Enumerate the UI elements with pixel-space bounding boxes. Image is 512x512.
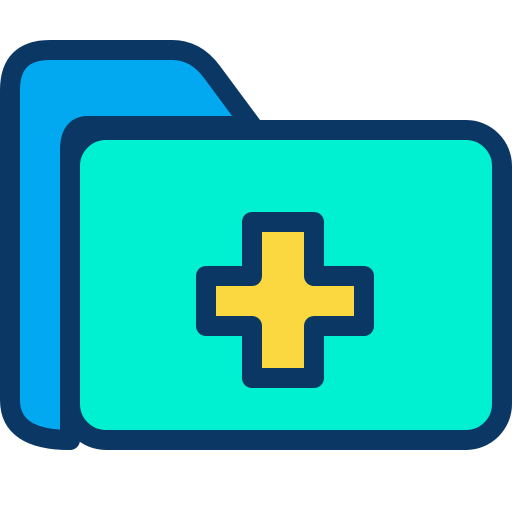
medical-folder-add-icon — [0, 40, 512, 450]
icon-canvas — [0, 0, 512, 512]
